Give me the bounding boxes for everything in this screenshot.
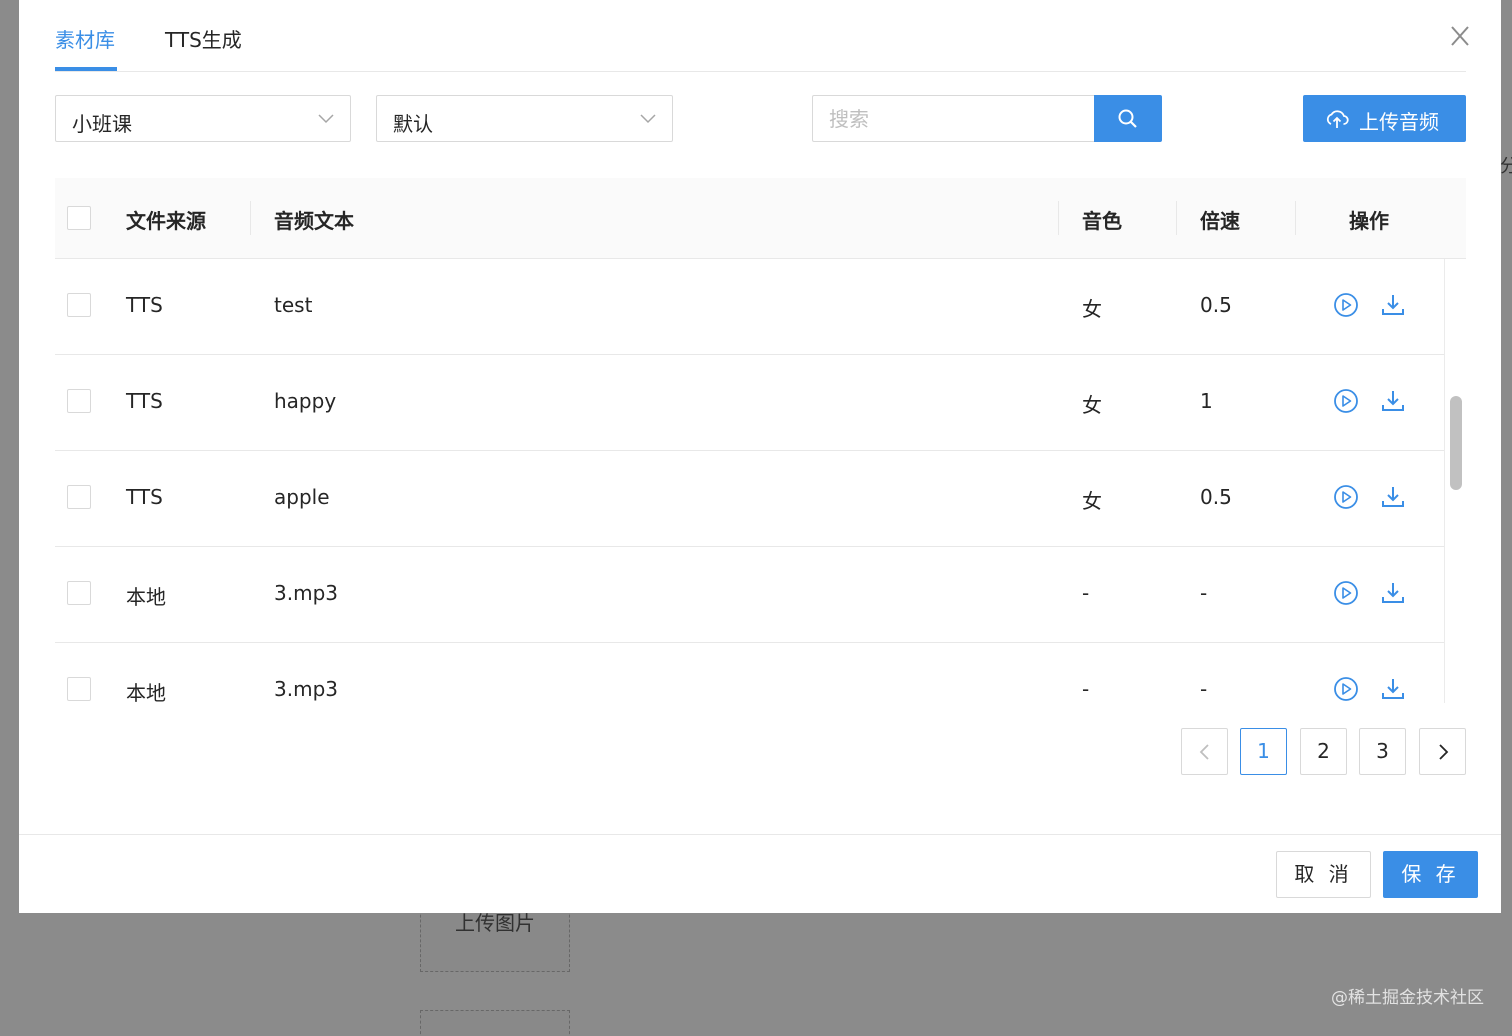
cell-voice: 女 [1082,393,1102,417]
play-icon[interactable] [1333,484,1359,510]
category-select-value: 小班课 [72,112,132,136]
pagination-next-button[interactable] [1419,728,1466,775]
column-divider [1176,201,1177,235]
column-divider [250,201,251,235]
cell-speed: - [1200,581,1208,605]
tab-active-indicator [55,67,117,71]
audio-library-modal: 素材库 TTS生成 小班课 默认 上传音频 文件来源 音频文本 音色 倍速 操作 [19,0,1501,913]
modal-tabs: 素材库 TTS生成 [55,0,1466,72]
row-checkbox[interactable] [67,389,91,413]
cloud-upload-icon [1326,110,1349,128]
column-header-source: 文件来源 [126,209,206,233]
download-icon[interactable] [1380,292,1406,318]
row-checkbox[interactable] [67,485,91,509]
cell-source: 本地 [126,585,166,609]
cell-text: apple [274,485,330,509]
play-icon[interactable] [1333,292,1359,318]
cell-source: TTS [126,293,163,317]
cell-voice: 女 [1082,489,1102,513]
chevron-down-icon [318,114,334,124]
play-icon[interactable] [1333,580,1359,606]
play-icon[interactable] [1333,388,1359,414]
close-icon[interactable] [1449,24,1471,48]
watermark: @稀土掘金技术社区 [1331,988,1484,1008]
save-button[interactable]: 保 存 [1383,851,1478,898]
pagination-page-2[interactable]: 2 [1300,728,1347,775]
chevron-left-icon [1199,744,1209,760]
cell-text: 3.mp3 [274,581,338,605]
cell-text: happy [274,389,337,413]
tab-material-library[interactable]: 素材库 [55,24,115,53]
search-button[interactable] [1094,95,1162,142]
table-row: TTS apple 女 0.5 [55,451,1444,547]
table-row: 本地 3.mp3 - - [55,643,1444,703]
cell-voice: - [1082,677,1090,701]
search-icon [1118,109,1137,128]
table-body: TTS test 女 0.5 TTS happy 女 1 TTS apple 女… [55,259,1466,703]
cell-speed: 0.5 [1200,485,1232,509]
cell-speed: 0.5 [1200,293,1232,317]
column-divider [1058,201,1059,235]
cell-voice: - [1082,581,1090,605]
voice-select-value: 默认 [393,112,433,136]
play-icon[interactable] [1333,676,1359,702]
download-icon[interactable] [1380,388,1406,414]
upload-audio-button[interactable]: 上传音频 [1303,95,1466,142]
column-header-speed: 倍速 [1200,209,1240,233]
search-input[interactable] [812,95,1094,142]
cancel-button[interactable]: 取 消 [1276,851,1371,898]
download-icon[interactable] [1380,580,1406,606]
column-divider [1295,201,1296,235]
chevron-down-icon [640,114,656,124]
category-select[interactable]: 小班课 [55,95,351,142]
download-icon[interactable] [1380,484,1406,510]
download-icon[interactable] [1380,676,1406,702]
cell-text: 3.mp3 [274,677,338,701]
upload-audio-label: 上传音频 [1359,110,1439,134]
tab-tts-generate[interactable]: TTS生成 [165,24,242,53]
cell-source: TTS [126,485,163,509]
cell-source: 本地 [126,681,166,703]
table-header: 文件来源 音频文本 音色 倍速 操作 [55,178,1466,259]
table-row: TTS test 女 0.5 [55,259,1444,355]
row-checkbox[interactable] [67,677,91,701]
select-all-checkbox[interactable] [67,206,91,230]
column-header-voice: 音色 [1082,209,1122,233]
pagination-page-1[interactable]: 1 [1240,728,1287,775]
cell-source: TTS [126,389,163,413]
row-checkbox[interactable] [67,293,91,317]
voice-select[interactable]: 默认 [376,95,673,142]
column-header-actions: 操作 [1349,209,1389,233]
table-row: 本地 3.mp3 - - [55,547,1444,643]
row-checkbox[interactable] [67,581,91,605]
column-header-text: 音频文本 [274,209,354,233]
pagination-page-3[interactable]: 3 [1359,728,1406,775]
chevron-right-icon [1439,744,1449,760]
cell-speed: 1 [1200,389,1213,413]
cell-text: test [274,293,313,317]
table-row: TTS happy 女 1 [55,355,1444,451]
modal-footer-divider [19,834,1501,835]
audio-table: 文件来源 音频文本 音色 倍速 操作 TTS test 女 0.5 TTS ha… [55,178,1466,703]
pagination-prev-button[interactable] [1181,728,1228,775]
cell-voice: 女 [1082,297,1102,321]
table-scrollbar-thumb[interactable] [1450,396,1462,490]
cell-speed: - [1200,677,1208,701]
